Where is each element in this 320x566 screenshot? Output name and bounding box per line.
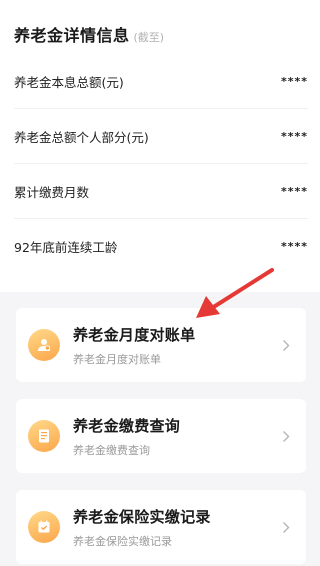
payment-query-card[interactable]: 养老金缴费查询 养老金缴费查询 (16, 399, 306, 473)
card-subtitle: 养老金月度对账单 (73, 352, 161, 366)
detail-value: **** (280, 240, 308, 253)
card-title: 养老金月度对账单 (73, 325, 196, 344)
detail-label: 养老金总额个人部分(元) (14, 129, 149, 145)
detail-value: **** (280, 184, 308, 198)
section-header: 养老金详情信息 (截至) (14, 22, 164, 46)
chevron-right-icon (276, 517, 296, 537)
detail-label: 养老金本息总额(元) (14, 74, 124, 90)
as-of-label: (截至) (133, 31, 165, 44)
chevron-right-icon (276, 426, 296, 446)
chevron-right-icon (276, 335, 296, 355)
detail-list: 养老金本息总额(元) **** 养老金总额个人部分(元) **** 累计缴费月数… (14, 54, 308, 274)
detail-label: 92年底前连续工龄 (14, 240, 118, 255)
card-subtitle: 养老金保险实缴记录 (73, 534, 172, 548)
detail-row-seniority: 92年底前连续工龄 **** (14, 219, 308, 274)
detail-value: **** (280, 74, 308, 88)
detail-label: 累计缴费月数 (14, 184, 90, 200)
statement-icon (28, 329, 60, 361)
card-subtitle: 养老金缴费查询 (73, 443, 150, 457)
monthly-statement-card[interactable]: 养老金月度对账单 养老金月度对账单 (16, 308, 306, 382)
document-icon (28, 420, 60, 452)
contribution-record-card[interactable]: 养老金保险实缴记录 养老金保险实缴记录 (16, 490, 306, 564)
detail-value: **** (280, 129, 308, 143)
page-title: 养老金详情信息 (14, 26, 130, 45)
calendar-icon (28, 511, 60, 543)
card-title: 养老金保险实缴记录 (73, 507, 211, 526)
detail-row-personal: 养老金总额个人部分(元) **** (14, 109, 308, 164)
detail-row-total: 养老金本息总额(元) **** (14, 54, 308, 109)
card-title: 养老金缴费查询 (73, 416, 181, 435)
detail-row-months: 累计缴费月数 **** (14, 164, 308, 219)
